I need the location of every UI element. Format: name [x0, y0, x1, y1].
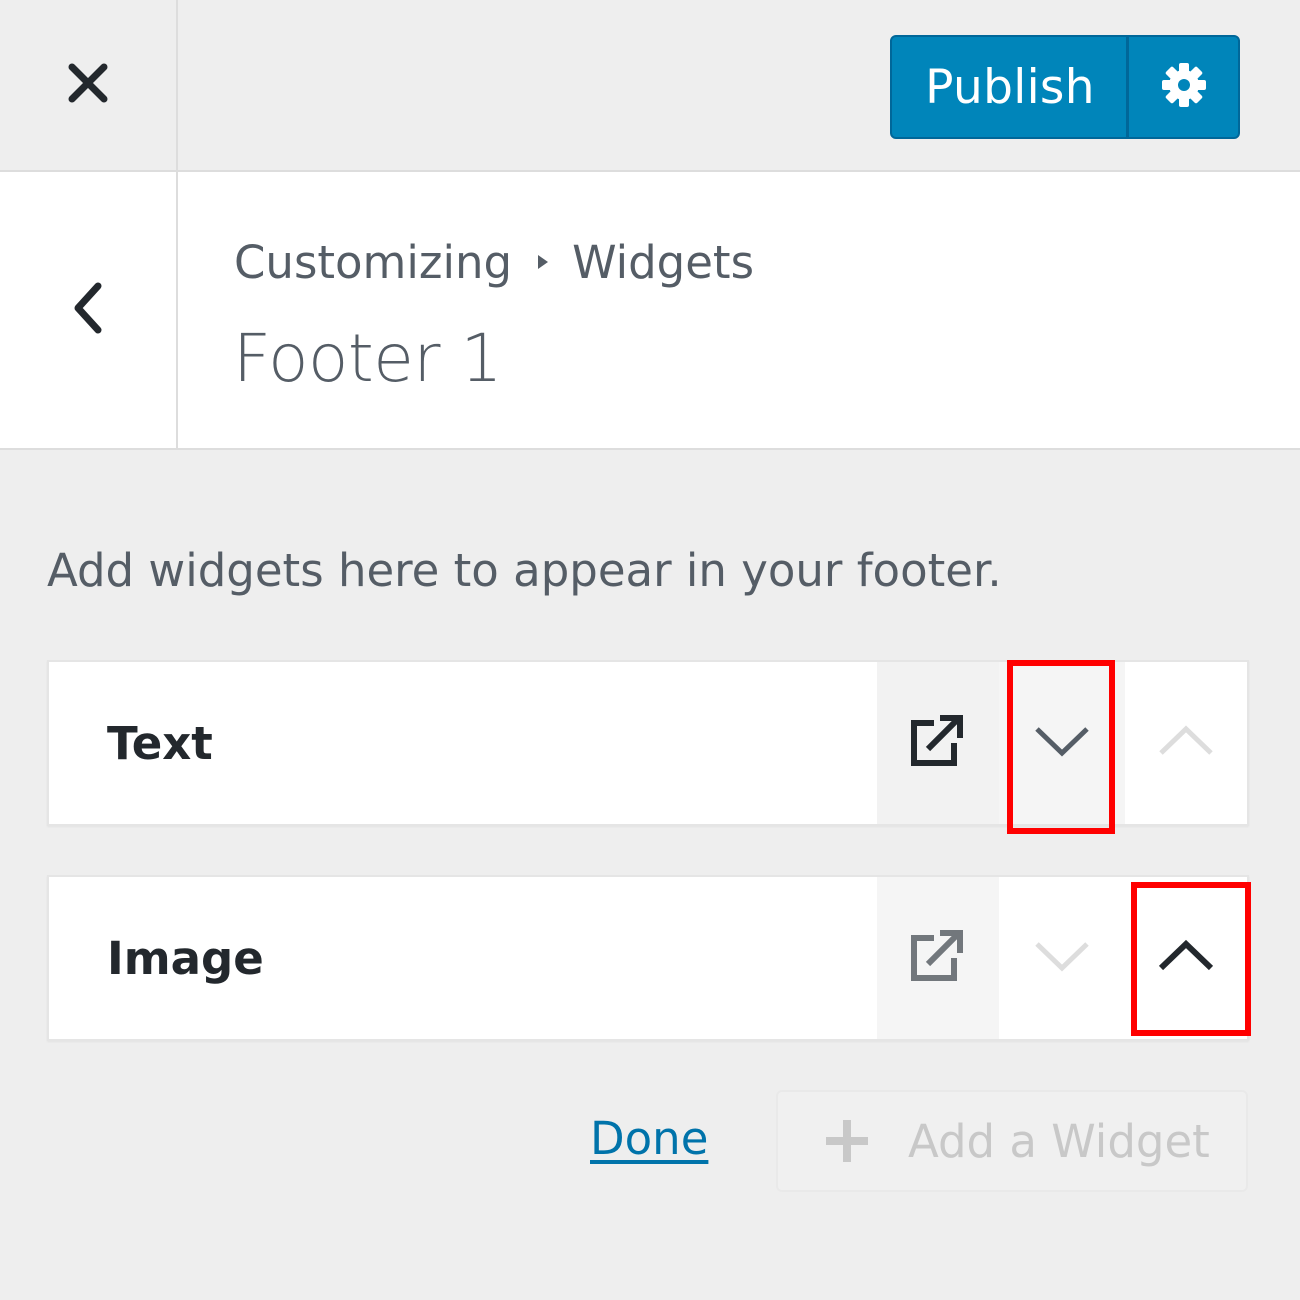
external-link-icon	[908, 713, 968, 773]
chevron-left-icon	[68, 280, 108, 340]
add-widget-label: Add a Widget	[908, 1114, 1210, 1168]
move-up-button[interactable]	[1125, 877, 1247, 1039]
section-header: Customizing Widgets Footer 1	[0, 172, 1300, 450]
page-title: Footer 1	[233, 320, 502, 397]
publish-button-group: Publish	[890, 35, 1240, 139]
chevron-down-icon	[1033, 723, 1091, 763]
edit-widget-button[interactable]	[877, 662, 999, 824]
move-down-button[interactable]	[999, 877, 1125, 1039]
external-link-icon	[908, 928, 968, 988]
close-icon	[66, 61, 110, 109]
done-link[interactable]: Done	[590, 1112, 708, 1165]
chevron-up-icon	[1157, 723, 1215, 763]
move-down-button[interactable]	[999, 662, 1125, 824]
edit-widget-button[interactable]	[877, 877, 999, 1039]
widget-title[interactable]: Text	[107, 662, 213, 824]
move-up-button[interactable]	[1125, 662, 1247, 824]
close-button[interactable]	[0, 0, 178, 170]
breadcrumb-root: Customizing	[234, 235, 513, 289]
widget-item-image[interactable]: Image	[47, 875, 1249, 1041]
chevron-down-icon	[1033, 938, 1091, 978]
customizer-topbar: Publish	[0, 0, 1300, 172]
widget-item-text[interactable]: Text	[47, 660, 1249, 826]
breadcrumb-section: Widgets	[572, 235, 755, 289]
back-button[interactable]	[0, 172, 178, 448]
publish-settings-button[interactable]	[1129, 37, 1238, 137]
caret-right-icon	[536, 253, 550, 271]
widget-title[interactable]: Image	[107, 877, 264, 1039]
add-widget-button[interactable]: Add a Widget	[776, 1090, 1248, 1192]
breadcrumb: Customizing Widgets	[234, 232, 754, 292]
gear-icon	[1160, 61, 1208, 113]
chevron-up-icon	[1157, 938, 1215, 978]
publish-button[interactable]: Publish	[892, 37, 1128, 137]
plus-icon	[822, 1116, 872, 1166]
sidebar-description: Add widgets here to appear in your foote…	[47, 544, 1002, 597]
